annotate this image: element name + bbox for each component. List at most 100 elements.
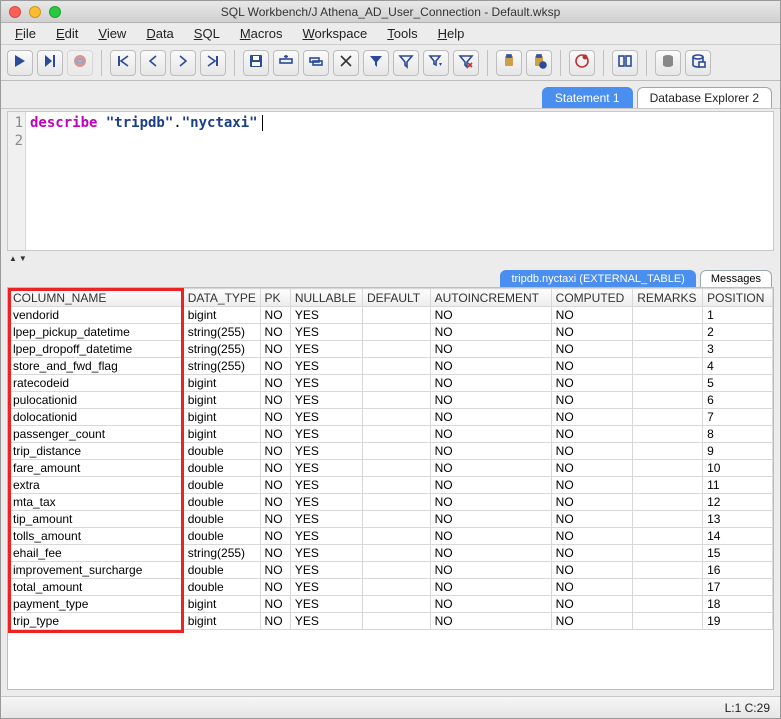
menu-workspace[interactable]: Workspace	[294, 24, 375, 43]
filter-clear-button[interactable]	[453, 50, 479, 76]
splitter-handle[interactable]: ▲ ▼	[1, 253, 780, 263]
cell-pk: NO	[260, 307, 290, 324]
paste-1-button[interactable]	[496, 50, 522, 76]
db-1-button[interactable]	[655, 50, 681, 76]
menu-edit[interactable]: Edit	[48, 24, 86, 43]
prev-button[interactable]	[140, 50, 166, 76]
code-line[interactable]: describe "tripdb"."nyctaxi"	[30, 114, 769, 132]
column-header-data_type[interactable]: DATA_TYPE	[183, 289, 260, 307]
cell-data_type: string(255)	[183, 341, 260, 358]
cell-nullable: YES	[290, 613, 362, 630]
table-row[interactable]: vendoridbigintNOYESNONO1	[9, 307, 773, 324]
table-row[interactable]: mta_taxdoubleNOYESNONO12	[9, 494, 773, 511]
filter-apply-button[interactable]	[393, 50, 419, 76]
column-header-position[interactable]: POSITION	[703, 289, 773, 307]
menu-sql[interactable]: SQL	[186, 24, 228, 43]
cell-default	[363, 596, 431, 613]
cell-column_name: trip_type	[9, 613, 184, 630]
column-header-remarks[interactable]: REMARKS	[633, 289, 703, 307]
toolbar-separator	[646, 50, 647, 76]
table-row[interactable]: trip_distancedoubleNOYESNONO9	[9, 443, 773, 460]
cell-column_name: lpep_pickup_datetime	[9, 324, 184, 341]
cell-remarks	[633, 511, 703, 528]
duplicate-row-button[interactable]	[303, 50, 329, 76]
show-tool-button[interactable]	[612, 50, 638, 76]
last-button[interactable]	[200, 50, 226, 76]
cell-computed: NO	[551, 426, 633, 443]
table-row[interactable]: store_and_fwd_flagstring(255)NOYESNONO4	[9, 358, 773, 375]
menu-view[interactable]: View	[90, 24, 134, 43]
paste-2-button[interactable]	[526, 50, 552, 76]
results-panel[interactable]: COLUMN_NAMEDATA_TYPEPKNULLABLEDEFAULTAUT…	[7, 287, 774, 690]
cell-autoincrement: NO	[430, 307, 551, 324]
insert-row-button[interactable]	[273, 50, 299, 76]
column-header-column_name[interactable]: COLUMN_NAME	[9, 289, 184, 307]
table-row[interactable]: lpep_dropoff_datetimestring(255)NOYESNON…	[9, 341, 773, 358]
commit-button[interactable]	[569, 50, 595, 76]
cell-computed: NO	[551, 409, 633, 426]
tab-statement-1[interactable]: Statement 1	[542, 87, 633, 108]
table-row[interactable]: ratecodeidbigintNOYESNONO5	[9, 375, 773, 392]
table-row[interactable]: extradoubleNOYESNONO11	[9, 477, 773, 494]
column-header-default[interactable]: DEFAULT	[363, 289, 431, 307]
column-header-computed[interactable]: COMPUTED	[551, 289, 633, 307]
column-header-nullable[interactable]: NULLABLE	[290, 289, 362, 307]
menu-tools[interactable]: Tools	[379, 24, 425, 43]
delete-row-button[interactable]	[333, 50, 359, 76]
table-row[interactable]: payment_typebigintNOYESNONO18	[9, 596, 773, 613]
cell-column_name: ratecodeid	[9, 375, 184, 392]
minimize-window-button[interactable]	[29, 6, 41, 18]
cell-column_name: pulocationid	[9, 392, 184, 409]
table-row[interactable]: fare_amountdoubleNOYESNONO10	[9, 460, 773, 477]
table-row[interactable]: pulocationidbigintNOYESNONO6	[9, 392, 773, 409]
menu-macros[interactable]: Macros	[232, 24, 291, 43]
menu-data[interactable]: Data	[138, 24, 181, 43]
filter-dropdown-button[interactable]	[423, 50, 449, 76]
cell-pk: NO	[260, 511, 290, 528]
cell-computed: NO	[551, 579, 633, 596]
code-line[interactable]	[30, 132, 769, 150]
results-tab-messages[interactable]: Messages	[700, 270, 772, 287]
tab-database-explorer-2[interactable]: Database Explorer 2	[637, 87, 772, 108]
close-window-button[interactable]	[9, 6, 21, 18]
cell-nullable: YES	[290, 324, 362, 341]
cell-default	[363, 392, 431, 409]
table-row[interactable]: dolocationidbigintNOYESNONO7	[9, 409, 773, 426]
editor-code-area[interactable]: describe "tripdb"."nyctaxi"	[26, 112, 773, 250]
last-icon	[205, 53, 221, 72]
cell-position: 10	[703, 460, 773, 477]
table-row[interactable]: passenger_countbigintNOYESNONO8	[9, 426, 773, 443]
column-header-autoincrement[interactable]: AUTOINCREMENT	[430, 289, 551, 307]
cell-default	[363, 341, 431, 358]
run-current-button[interactable]	[37, 50, 63, 76]
db-1-icon	[660, 53, 676, 72]
duplicate-row-icon	[308, 53, 324, 72]
cell-position: 5	[703, 375, 773, 392]
cell-position: 3	[703, 341, 773, 358]
cell-default	[363, 511, 431, 528]
table-row[interactable]: trip_typebigintNOYESNONO19	[9, 613, 773, 630]
results-table[interactable]: COLUMN_NAMEDATA_TYPEPKNULLABLEDEFAULTAUT…	[8, 288, 773, 630]
sql-editor[interactable]: 12 describe "tripdb"."nyctaxi"	[7, 111, 774, 251]
table-row[interactable]: improvement_surchargedoubleNOYESNONO16	[9, 562, 773, 579]
run-button[interactable]	[7, 50, 33, 76]
cell-computed: NO	[551, 443, 633, 460]
table-row[interactable]: total_amountdoubleNOYESNONO17	[9, 579, 773, 596]
results-tab-tripdb-nyctaxi-external-table-[interactable]: tripdb.nyctaxi (EXTERNAL_TABLE)	[500, 270, 695, 287]
save-button[interactable]	[243, 50, 269, 76]
menu-help[interactable]: Help	[430, 24, 473, 43]
table-row[interactable]: tolls_amountdoubleNOYESNONO14	[9, 528, 773, 545]
table-row[interactable]: ehail_feestring(255)NOYESNONO15	[9, 545, 773, 562]
next-button[interactable]	[170, 50, 196, 76]
stop-button[interactable]	[67, 50, 93, 76]
table-row[interactable]: lpep_pickup_datetimestring(255)NOYESNONO…	[9, 324, 773, 341]
cell-default	[363, 460, 431, 477]
db-2-button[interactable]	[685, 50, 711, 76]
first-button[interactable]	[110, 50, 136, 76]
filter-button[interactable]	[363, 50, 389, 76]
menu-file[interactable]: File	[7, 24, 44, 43]
cell-autoincrement: NO	[430, 426, 551, 443]
column-header-pk[interactable]: PK	[260, 289, 290, 307]
zoom-window-button[interactable]	[49, 6, 61, 18]
table-row[interactable]: tip_amountdoubleNOYESNONO13	[9, 511, 773, 528]
